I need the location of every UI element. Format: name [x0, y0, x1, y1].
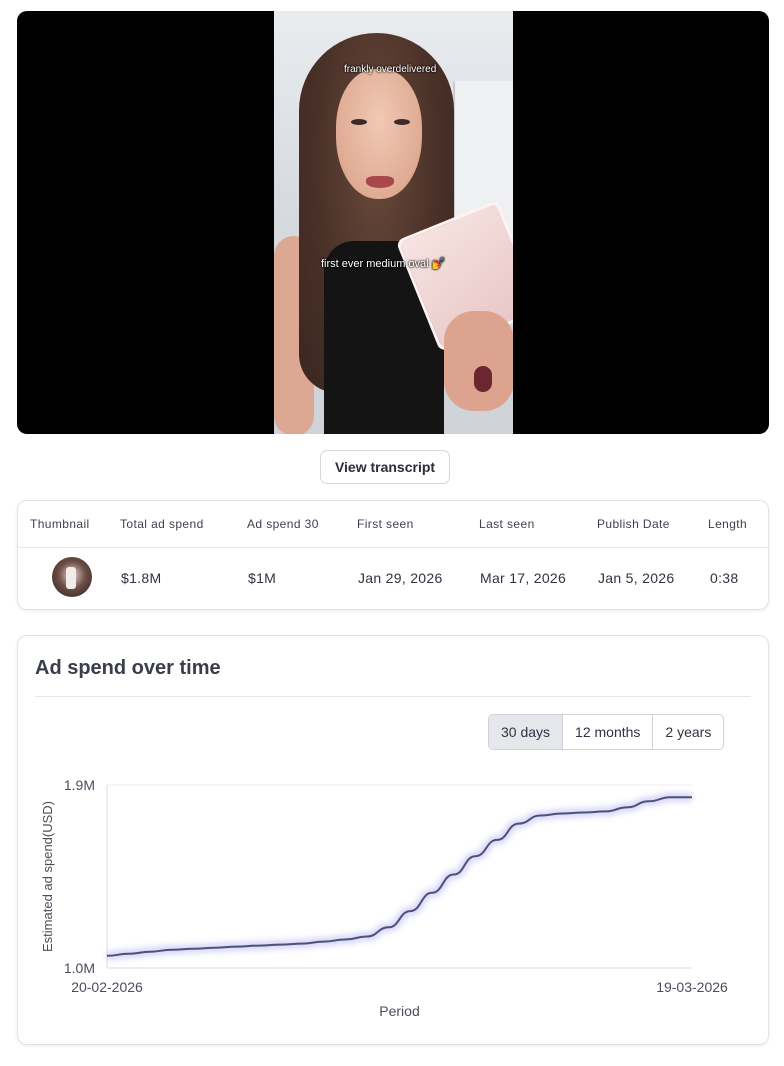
header-last-seen: Last seen [479, 517, 535, 531]
video-frame: frankly overdelivered first ever medium … [274, 11, 513, 434]
last-seen-value: Mar 17, 2026 [480, 570, 567, 586]
first-seen-value: Jan 29, 2026 [358, 570, 443, 586]
video-caption-middle: first ever medium oval 💅 [321, 258, 446, 270]
header-publish-date: Publish Date [597, 517, 670, 531]
person-hand [444, 311, 513, 411]
total-ad-spend-value: $1.8M [121, 570, 162, 586]
series-line [106, 796, 692, 957]
ad-spend-line-chart: 1.9M 1.0M 20-02-2026 19-03-2026 Period Estima… [40, 777, 728, 1019]
header-ad-spend-30: Ad spend 30 [247, 517, 319, 531]
ad-stats-table: Thumbnail Total ad spend Ad spend 30 Fir… [17, 500, 769, 610]
ad-spend-chart-card: Ad spend over time 30 days 12 months 2 y… [17, 635, 769, 1045]
ad-thumbnail[interactable] [52, 557, 92, 597]
y-tick-max: 1.9M [64, 777, 95, 793]
x-axis-title: Period [379, 1003, 419, 1019]
person-eye-left [351, 119, 367, 125]
person-nail [474, 366, 492, 392]
publish-date-value: Jan 5, 2026 [598, 570, 675, 586]
header-first-seen: First seen [357, 517, 414, 531]
ad-spend-30-value: $1M [248, 570, 277, 586]
person-eye-right [394, 119, 410, 125]
header-thumbnail: Thumbnail [30, 517, 90, 531]
view-transcript-button[interactable]: View transcript [320, 450, 450, 484]
series-glow [106, 792, 692, 961]
x-tick-start: 20-02-2026 [71, 979, 143, 995]
header-length: Length [708, 517, 748, 531]
x-tick-end: 19-03-2026 [656, 979, 728, 995]
y-tick-min: 1.0M [64, 960, 95, 976]
video-caption-top: frankly overdelivered [344, 64, 437, 75]
table-divider [18, 547, 768, 548]
person-mouth [366, 176, 394, 188]
video-player[interactable]: frankly overdelivered first ever medium … [17, 11, 769, 434]
length-value: 0:38 [710, 570, 739, 586]
y-axis-title: Estimated ad spend(USD) [40, 801, 55, 952]
thumbnail-product [66, 567, 76, 589]
header-total-ad-spend: Total ad spend [120, 517, 204, 531]
